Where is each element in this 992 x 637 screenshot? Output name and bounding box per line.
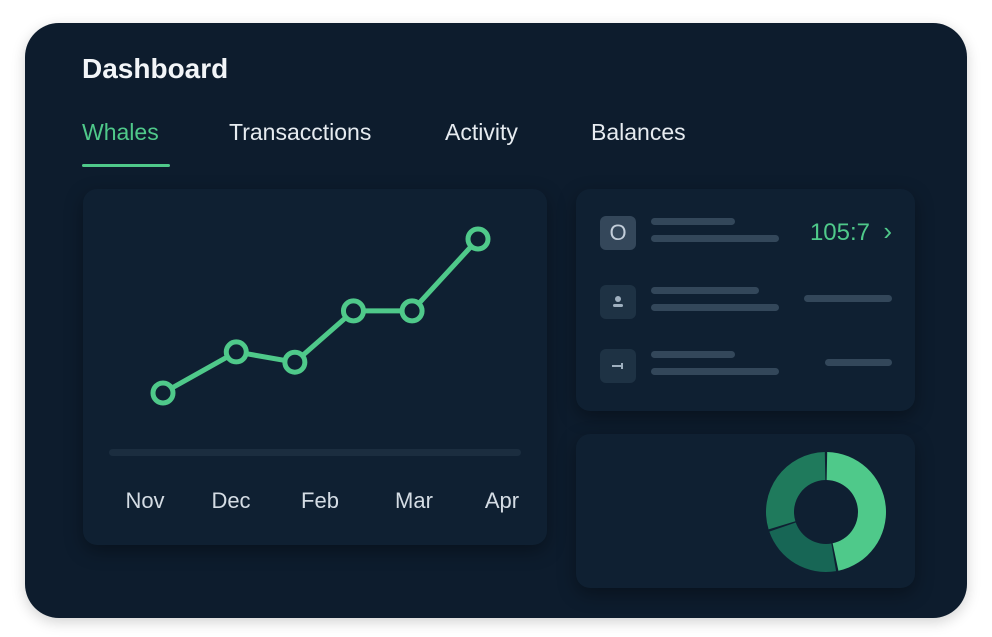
page-title: Dashboard	[82, 53, 229, 84]
summary-list-card: O 105:7 ›	[576, 189, 915, 411]
tab-transactions[interactable]: Transacctions	[229, 119, 371, 146]
line-chart: Nov Dec Feb Mar Apr	[109, 226, 521, 513]
placeholder-bar	[651, 235, 779, 242]
data-point[interactable]	[399, 298, 425, 324]
summary-row-1[interactable]: O 105:7 ›	[600, 213, 892, 253]
placeholder-bar	[651, 287, 759, 294]
tab-whales[interactable]: Whales	[82, 119, 159, 146]
x-tick-label: Nov	[125, 488, 164, 513]
x-axis-line	[109, 449, 521, 456]
user-icon	[600, 285, 636, 319]
chevron-right-icon[interactable]: ›	[883, 216, 892, 247]
x-tick-label: Feb	[301, 488, 339, 513]
row-value: 105:7	[809, 219, 870, 246]
arrow-right-icon	[600, 349, 636, 383]
placeholder-bar	[651, 218, 735, 225]
placeholder-bar	[804, 295, 892, 302]
data-point[interactable]	[282, 349, 308, 375]
donut-slice-2[interactable]	[769, 522, 837, 572]
tab-activity[interactable]: Activity	[445, 119, 518, 146]
data-point[interactable]	[340, 298, 366, 324]
token-o-icon: O	[600, 216, 636, 250]
line-chart-card: Nov Dec Feb Mar Apr	[83, 189, 547, 545]
data-point[interactable]	[150, 380, 176, 406]
summary-row-2[interactable]	[600, 282, 892, 322]
donut-slice-3[interactable]	[766, 452, 826, 530]
placeholder-bar	[825, 359, 892, 366]
x-tick-label: Apr	[485, 488, 519, 513]
active-tab-indicator	[82, 164, 170, 167]
series-line	[161, 237, 480, 396]
x-tick-label: Dec	[211, 488, 250, 513]
placeholder-bar	[651, 351, 735, 358]
donut-chart	[766, 452, 887, 572]
summary-row-3[interactable]	[600, 346, 892, 386]
tab-balances[interactable]: Balances	[591, 119, 686, 146]
placeholder-bar	[651, 304, 779, 311]
arrow-right-icon-glyph	[612, 363, 623, 369]
x-tick-label: Mar	[395, 488, 433, 513]
data-point[interactable]	[223, 339, 249, 365]
donut-chart-card	[576, 434, 915, 588]
donut-slice-1[interactable]	[826, 452, 887, 571]
data-point[interactable]	[465, 226, 491, 252]
dashboard-window: Dashboard Whales Transacctions Activity …	[25, 23, 967, 618]
placeholder-bar	[651, 368, 779, 375]
user-icon-glyph	[613, 296, 623, 307]
